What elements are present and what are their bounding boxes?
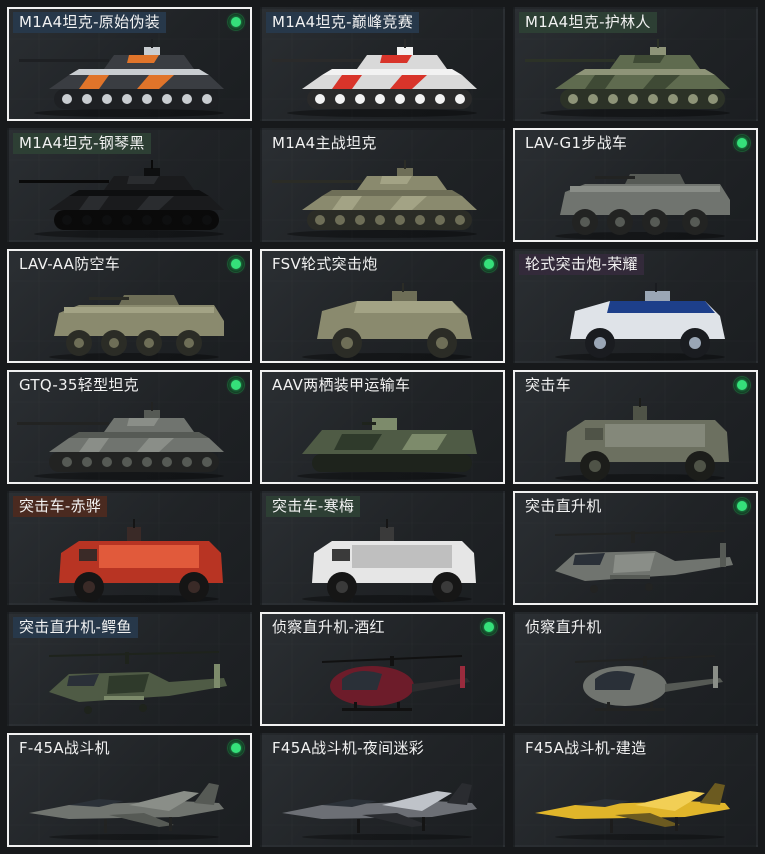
vehicle-card[interactable]: 突击直升机-鳄鱼 bbox=[7, 612, 252, 726]
vehicle-name: F45A战斗机-建造 bbox=[525, 739, 647, 757]
green-dot-icon bbox=[733, 134, 751, 152]
vehicle-skin-grid: M1A4坦克-原始伪装 M1A4坦克-巅峰竞赛 M1A4坦克-护林人 M1A4坦克-钢… bbox=[7, 7, 758, 847]
amphibious-image bbox=[297, 418, 477, 480]
vehicle-card[interactable]: F45A战斗机-夜间迷彩 bbox=[260, 733, 505, 847]
vehicle-name: 突击直升机-鳄鱼 bbox=[13, 617, 138, 638]
vehicle-name: LAV-AA防空车 bbox=[19, 255, 121, 273]
vehicle-name: M1A4坦克-巅峰竞赛 bbox=[266, 12, 420, 33]
tank-image bbox=[525, 39, 730, 117]
green-dot-icon bbox=[227, 13, 245, 31]
vehicle-name: 侦察直升机-酒红 bbox=[272, 618, 385, 636]
jet-image bbox=[535, 783, 730, 840]
armored-car-image bbox=[555, 283, 725, 361]
vehicle-card[interactable]: M1A4主战坦克 bbox=[260, 128, 505, 242]
armored-car-image bbox=[302, 283, 472, 361]
ifv-image bbox=[555, 174, 730, 240]
vehicle-name: M1A4坦克-护林人 bbox=[519, 12, 657, 33]
vehicle-card[interactable]: LAV-AA防空车 bbox=[7, 249, 252, 363]
vehicle-card[interactable]: 侦察直升机 bbox=[513, 612, 758, 726]
vehicle-name: M1A4坦克-钢琴黑 bbox=[13, 133, 151, 154]
vehicle-card[interactable]: GTQ-35轻型坦克 bbox=[7, 370, 252, 484]
vehicle-card[interactable]: FSV轮式突击炮 bbox=[260, 249, 505, 363]
tank-image bbox=[272, 39, 477, 117]
green-dot-icon bbox=[480, 255, 498, 273]
vehicle-card[interactable]: 突击车 bbox=[513, 370, 758, 484]
attack-heli-image bbox=[48, 651, 227, 714]
green-dot-icon bbox=[227, 255, 245, 273]
vehicle-name: LAV-G1步战车 bbox=[525, 134, 628, 152]
green-dot-icon bbox=[733, 376, 751, 394]
green-dot-icon bbox=[733, 497, 751, 515]
vehicle-name: 突击车-赤骅 bbox=[13, 496, 108, 517]
ifv-image bbox=[49, 295, 224, 361]
vehicle-name: M1A4坦克-原始伪装 bbox=[13, 12, 167, 33]
vehicle-card[interactable]: LAV-G1步战车 bbox=[513, 128, 758, 242]
vehicle-card[interactable]: 突击车-赤骅 bbox=[7, 491, 252, 605]
scout-heli-image bbox=[574, 655, 723, 711]
green-dot-icon bbox=[227, 739, 245, 757]
vehicle-card[interactable]: 突击车-寒梅 bbox=[260, 491, 505, 605]
vehicle-card[interactable]: 突击直升机 bbox=[513, 491, 758, 605]
vehicle-name: GTQ-35轻型坦克 bbox=[19, 376, 139, 394]
vehicle-card[interactable]: M1A4坦克-钢琴黑 bbox=[7, 128, 252, 242]
vehicle-name: 轮式突击炮-荣耀 bbox=[519, 254, 644, 275]
tank-image bbox=[19, 160, 224, 238]
vehicle-name: M1A4主战坦克 bbox=[272, 134, 377, 152]
vehicle-card[interactable]: F-45A战斗机 bbox=[7, 733, 252, 847]
vehicle-name: FSV轮式突击炮 bbox=[272, 255, 378, 273]
light-tank-image bbox=[17, 402, 224, 480]
vehicle-card[interactable]: M1A4坦克-护林人 bbox=[513, 7, 758, 121]
vehicle-name: 突击车-寒梅 bbox=[266, 496, 361, 517]
vehicle-name: 侦察直升机 bbox=[525, 618, 602, 636]
vehicle-card[interactable]: AAV两栖装甲运输车 bbox=[260, 370, 505, 484]
vehicle-card[interactable]: M1A4坦克-巅峰竞赛 bbox=[260, 7, 505, 121]
vehicle-card[interactable]: 侦察直升机-酒红 bbox=[260, 612, 505, 726]
jet-image bbox=[282, 783, 477, 840]
vehicle-card[interactable]: M1A4坦克-原始伪装 bbox=[7, 7, 252, 121]
jet-image bbox=[29, 783, 224, 840]
attack-heli-image bbox=[554, 530, 733, 593]
vehicle-name: F-45A战斗机 bbox=[19, 739, 110, 757]
vehicle-card[interactable]: F45A战斗机-建造 bbox=[513, 733, 758, 847]
mrap-image bbox=[49, 519, 223, 603]
mrap-image bbox=[302, 519, 476, 603]
mrap-image bbox=[555, 398, 729, 482]
tank-image bbox=[19, 39, 224, 117]
vehicle-name: 突击车 bbox=[525, 376, 571, 394]
scout-heli-image bbox=[321, 655, 470, 711]
green-dot-icon bbox=[227, 376, 245, 394]
vehicle-name: F45A战斗机-夜间迷彩 bbox=[272, 739, 424, 757]
tank-image bbox=[272, 160, 477, 238]
vehicle-name: 突击直升机 bbox=[525, 497, 602, 515]
green-dot-icon bbox=[480, 618, 498, 636]
vehicle-name: AAV两栖装甲运输车 bbox=[272, 376, 411, 394]
vehicle-card[interactable]: 轮式突击炮-荣耀 bbox=[513, 249, 758, 363]
